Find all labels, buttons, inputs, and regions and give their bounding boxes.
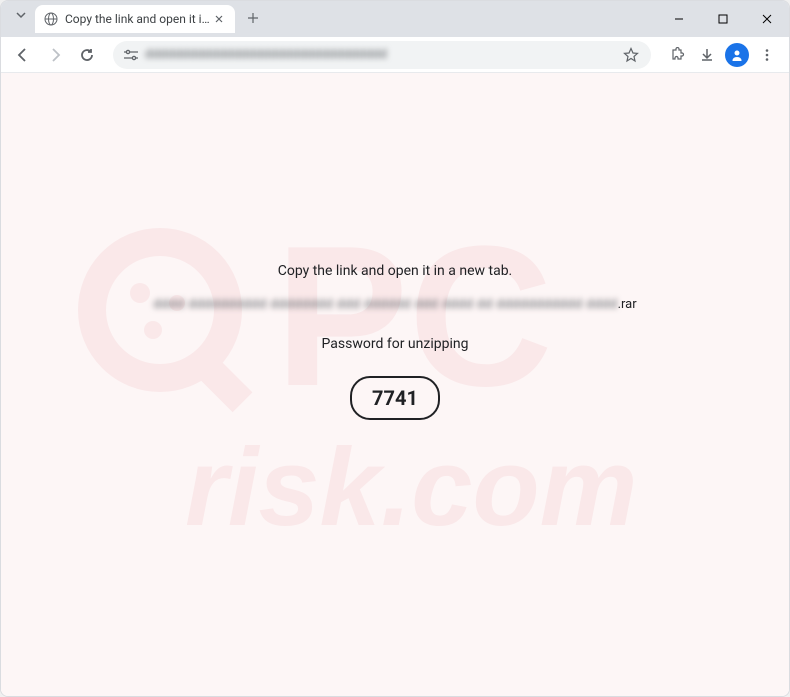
toolbar-right	[663, 41, 781, 69]
link-suffix: .rar	[618, 297, 637, 312]
content-main: Copy the link and open it in a new tab. …	[1, 73, 789, 420]
close-icon	[215, 15, 223, 23]
browser-tab[interactable]: Copy the link and open it in a n	[35, 5, 235, 33]
reload-icon	[79, 47, 95, 63]
menu-button[interactable]	[753, 41, 781, 69]
page-content: PC risk.com Copy the link and open it in…	[1, 73, 789, 696]
browser-window: Copy the link and open it in a n	[0, 0, 790, 697]
globe-icon	[43, 11, 59, 27]
minimize-button[interactable]	[657, 4, 701, 34]
close-icon	[762, 14, 772, 24]
toolbar: ddddddddddddddddddddddddddddddddd	[1, 37, 789, 73]
password-label: Password for unzipping	[322, 336, 469, 352]
minimize-icon	[674, 14, 684, 24]
arrow-left-icon	[15, 47, 31, 63]
person-icon	[725, 43, 749, 67]
extensions-button[interactable]	[663, 41, 691, 69]
url-text: ddddddddddddddddddddddddddddddddd	[145, 47, 615, 62]
tune-icon	[123, 49, 139, 61]
site-info-button[interactable]	[123, 49, 139, 61]
instruction-text: Copy the link and open it in a new tab.	[278, 263, 513, 279]
close-window-button[interactable]	[745, 4, 789, 34]
maximize-icon	[718, 14, 728, 24]
tab-close-button[interactable]	[211, 11, 227, 27]
downloads-button[interactable]	[693, 41, 721, 69]
arrow-right-icon	[47, 47, 63, 63]
download-icon	[699, 47, 715, 63]
link-blurred-part: dddd dddddddddd dddddddd ddd dddddd ddd …	[153, 297, 617, 312]
plus-icon	[247, 12, 259, 24]
maximize-button[interactable]	[701, 4, 745, 34]
chevron-down-icon	[15, 9, 27, 21]
tab-strip: Copy the link and open it in a n	[1, 1, 267, 37]
tab-search-button[interactable]	[11, 5, 31, 25]
forward-button[interactable]	[41, 41, 69, 69]
bookmark-button[interactable]	[621, 45, 641, 65]
tab-title: Copy the link and open it in a n	[65, 12, 211, 26]
address-bar[interactable]: ddddddddddddddddddddddddddddddddd	[113, 41, 651, 69]
password-value: 7741	[350, 376, 440, 420]
new-tab-button[interactable]	[239, 4, 267, 32]
profile-button[interactable]	[723, 41, 751, 69]
back-button[interactable]	[9, 41, 37, 69]
star-icon	[623, 47, 639, 63]
titlebar: Copy the link and open it in a n	[1, 1, 789, 37]
reload-button[interactable]	[73, 41, 101, 69]
download-link: dddd dddddddddd dddddddd ddd dddddd ddd …	[153, 297, 636, 312]
svg-text:risk.com: risk.com	[185, 426, 637, 549]
puzzle-icon	[669, 47, 685, 63]
kebab-icon	[760, 48, 774, 62]
window-controls	[657, 1, 789, 37]
